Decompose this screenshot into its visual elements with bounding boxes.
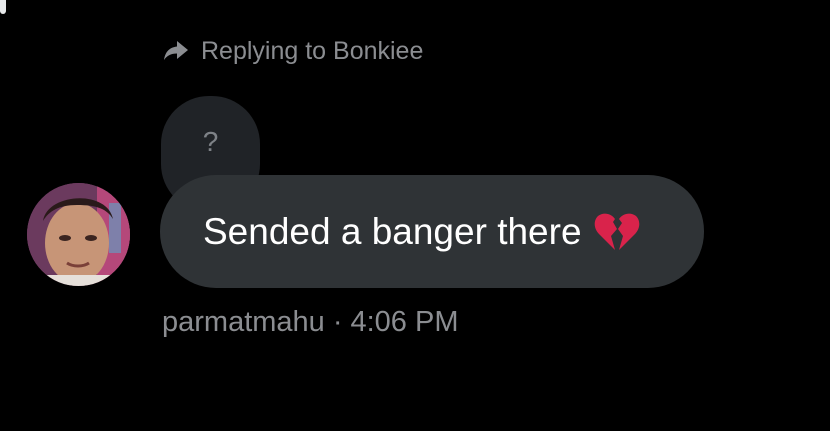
meta-separator: · — [332, 306, 343, 338]
reply-context-label: Replying to Bonkiee — [201, 36, 424, 65]
reply-context[interactable]: Replying to Bonkiee — [163, 34, 423, 68]
avatar[interactable] — [27, 183, 130, 286]
message-meta: parmatmahu · 4:06 PM — [162, 306, 458, 339]
sender-username[interactable]: parmatmahu — [162, 306, 325, 339]
quoted-message-text: ? — [202, 126, 219, 157]
message-timestamp: 4:06 PM — [350, 306, 459, 338]
edge-indicator — [0, 0, 6, 14]
broken-heart-icon — [594, 212, 640, 252]
message-text: Sended a banger there — [203, 210, 582, 252]
message-bubble[interactable]: Sended a banger there — [160, 175, 704, 288]
reply-arrow-icon — [163, 38, 189, 64]
avatar-photo — [27, 183, 130, 286]
